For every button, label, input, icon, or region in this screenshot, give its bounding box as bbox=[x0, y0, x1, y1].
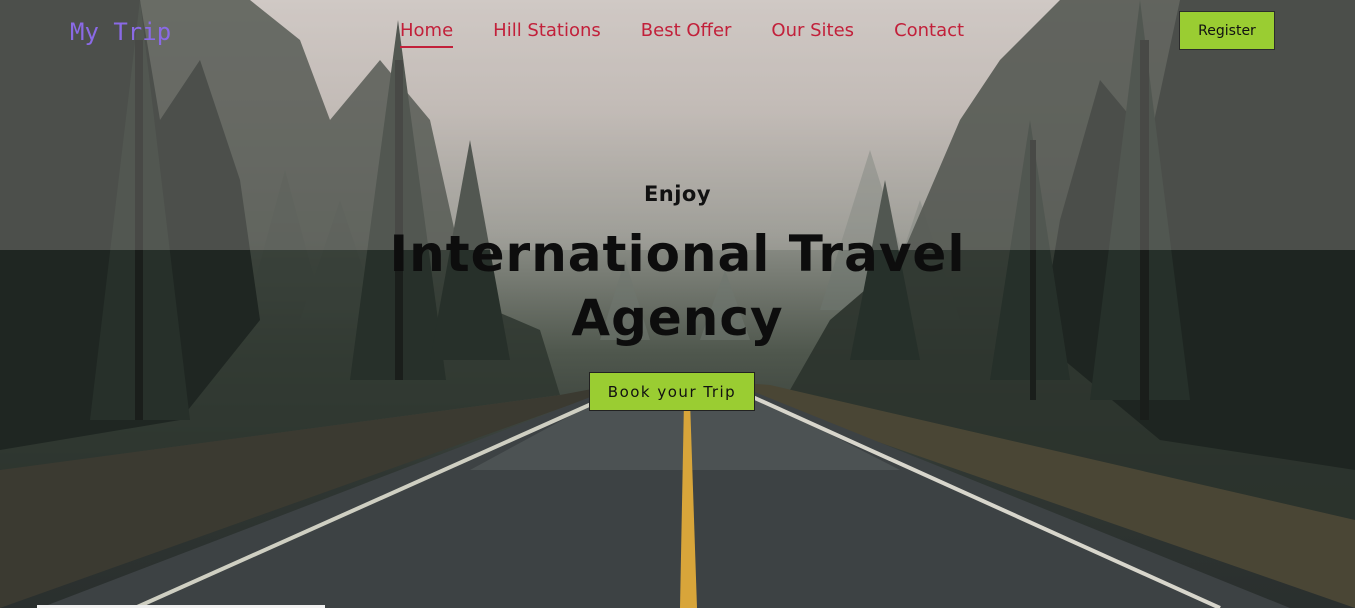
nav-item-home[interactable]: Home bbox=[400, 19, 454, 48]
nav-item-contact[interactable]: Contact bbox=[894, 19, 964, 43]
hero-eyebrow: Enjoy bbox=[643, 182, 712, 206]
main-nav: Home Hill Stations Best Offer Our Sites … bbox=[400, 19, 1004, 48]
hero-title-line-1: International Travel bbox=[389, 225, 966, 283]
book-trip-button[interactable]: Book your Trip bbox=[589, 372, 755, 411]
hero-title-line-2: Agency bbox=[571, 289, 784, 347]
nav-item-best-offer[interactable]: Best Offer bbox=[641, 19, 732, 43]
hero-title: International Travel Agency bbox=[0, 222, 1355, 350]
nav-item-hill-stations[interactable]: Hill Stations bbox=[493, 19, 601, 43]
site-logo[interactable]: My Trip bbox=[70, 18, 171, 46]
register-button[interactable]: Register bbox=[1179, 11, 1275, 50]
nav-item-our-sites[interactable]: Our Sites bbox=[771, 19, 854, 43]
